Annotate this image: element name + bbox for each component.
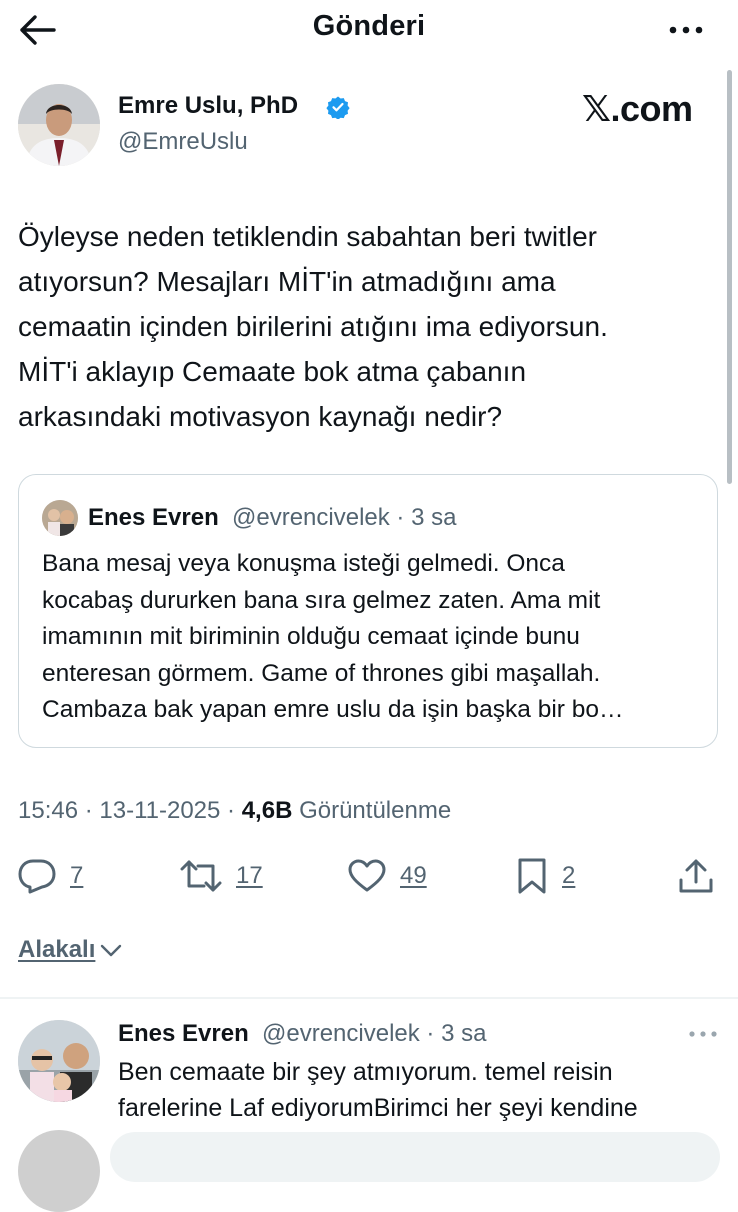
repost-count: 17	[236, 862, 263, 889]
reply-author-name[interactable]: Enes Evren	[118, 1020, 249, 1048]
verified-badge-icon[interactable]	[326, 95, 350, 119]
quoted-author-meta: @evrencivelek · 3 sa	[232, 504, 457, 531]
more-options-icon[interactable]	[668, 20, 704, 40]
author-handle[interactable]: @EmreUslu	[118, 128, 248, 156]
divider	[0, 997, 738, 999]
like-button[interactable]: 49	[348, 856, 427, 896]
repost-icon	[180, 858, 222, 894]
quoted-author-avatar	[42, 500, 78, 536]
reply-more-options-icon[interactable]	[688, 1026, 718, 1042]
page-title: Gönderi	[312, 10, 426, 42]
bookmark-icon	[516, 857, 548, 895]
reply-count: 7	[70, 862, 84, 889]
repost-button[interactable]: 17	[180, 856, 263, 896]
author-name[interactable]: Emre Uslu, PhD	[118, 92, 298, 120]
quoted-author-name: Enes Evren	[88, 504, 219, 531]
sort-label: Alakalı	[18, 936, 96, 963]
reply-icon	[18, 858, 56, 894]
chevron-down-icon	[99, 940, 123, 960]
like-count: 49	[400, 862, 427, 889]
views-label: Görüntülenme	[299, 797, 452, 824]
reply-text: Ben cemaate bir şey atmıyorum. temel rei…	[118, 1058, 638, 1122]
heart-icon	[348, 859, 386, 893]
reply-button[interactable]: 7	[18, 856, 83, 896]
author-avatar[interactable]	[18, 84, 100, 166]
view-count: 4,6B	[241, 797, 293, 824]
sort-relevance-dropdown[interactable]: Alakalı	[18, 936, 123, 964]
post-timestamp-views: 15:46 · 13-11-2025 · 4,6B Görüntülenme	[18, 797, 452, 824]
composer-avatar	[18, 1130, 100, 1212]
post-time: 15:46	[18, 797, 79, 824]
post-date: 13-11-2025	[99, 797, 221, 824]
quoted-post-text: Bana mesaj veya konuşma isteği gelmedi. …	[42, 550, 624, 723]
share-button[interactable]	[678, 856, 714, 896]
share-icon	[678, 858, 714, 894]
post-text: Öyleyse neden tetiklendin sabahtan beri …	[18, 221, 608, 432]
bookmark-button[interactable]: 2	[516, 856, 575, 896]
x-com-watermark: 𝕏.com	[582, 88, 693, 129]
reply-author-avatar[interactable]	[18, 1020, 100, 1102]
scrollbar[interactable]	[727, 70, 732, 484]
reply-author-meta: @evrencivelek · 3 sa	[262, 1020, 487, 1047]
bookmark-count: 2	[562, 862, 576, 889]
